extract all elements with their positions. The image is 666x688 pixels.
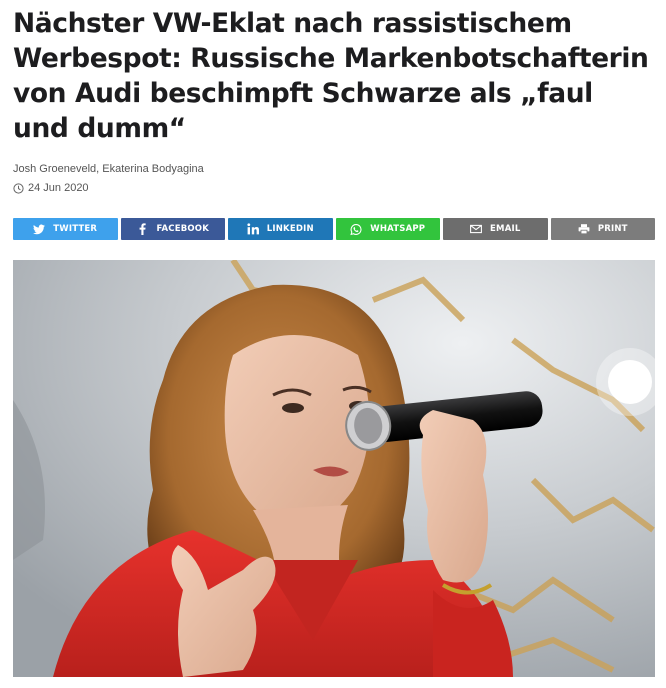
- article: Nächster VW-Eklat nach rassistischem Wer…: [13, 0, 655, 677]
- share-bar: TWITTER FACEBOOK LINKEDIN WHATSAPP EMAIL: [13, 218, 655, 240]
- print-icon: [578, 223, 590, 235]
- article-date: 24 Jun 2020: [13, 182, 655, 194]
- share-facebook-button[interactable]: FACEBOOK: [120, 218, 225, 240]
- hero-photo-illustration: [13, 260, 655, 677]
- share-twitter-button[interactable]: TWITTER: [13, 218, 118, 240]
- share-linkedin-button[interactable]: LINKEDIN: [228, 218, 333, 240]
- share-label: PRINT: [597, 224, 628, 234]
- share-label: EMAIL: [490, 224, 521, 234]
- twitter-icon: [33, 223, 46, 235]
- share-label: TWITTER: [53, 224, 98, 234]
- linkedin-icon: [247, 223, 259, 235]
- facebook-icon: [136, 223, 148, 235]
- article-headline: Nächster VW-Eklat nach rassistischem Wer…: [13, 8, 649, 144]
- email-icon: [470, 223, 482, 235]
- share-email-button[interactable]: EMAIL: [443, 218, 548, 240]
- article-byline: Josh Groeneveld, Ekaterina Bodyagina: [13, 163, 204, 175]
- hero-image: [13, 260, 655, 677]
- whatsapp-icon: [350, 223, 362, 235]
- share-print-button[interactable]: PRINT: [550, 218, 655, 240]
- share-whatsapp-button[interactable]: WHATSAPP: [335, 218, 440, 240]
- date-text: 24 Jun 2020: [28, 182, 89, 194]
- share-label: WHATSAPP: [370, 224, 426, 234]
- share-label: FACEBOOK: [156, 224, 210, 234]
- share-label: LINKEDIN: [266, 224, 314, 234]
- clock-icon: [13, 182, 24, 194]
